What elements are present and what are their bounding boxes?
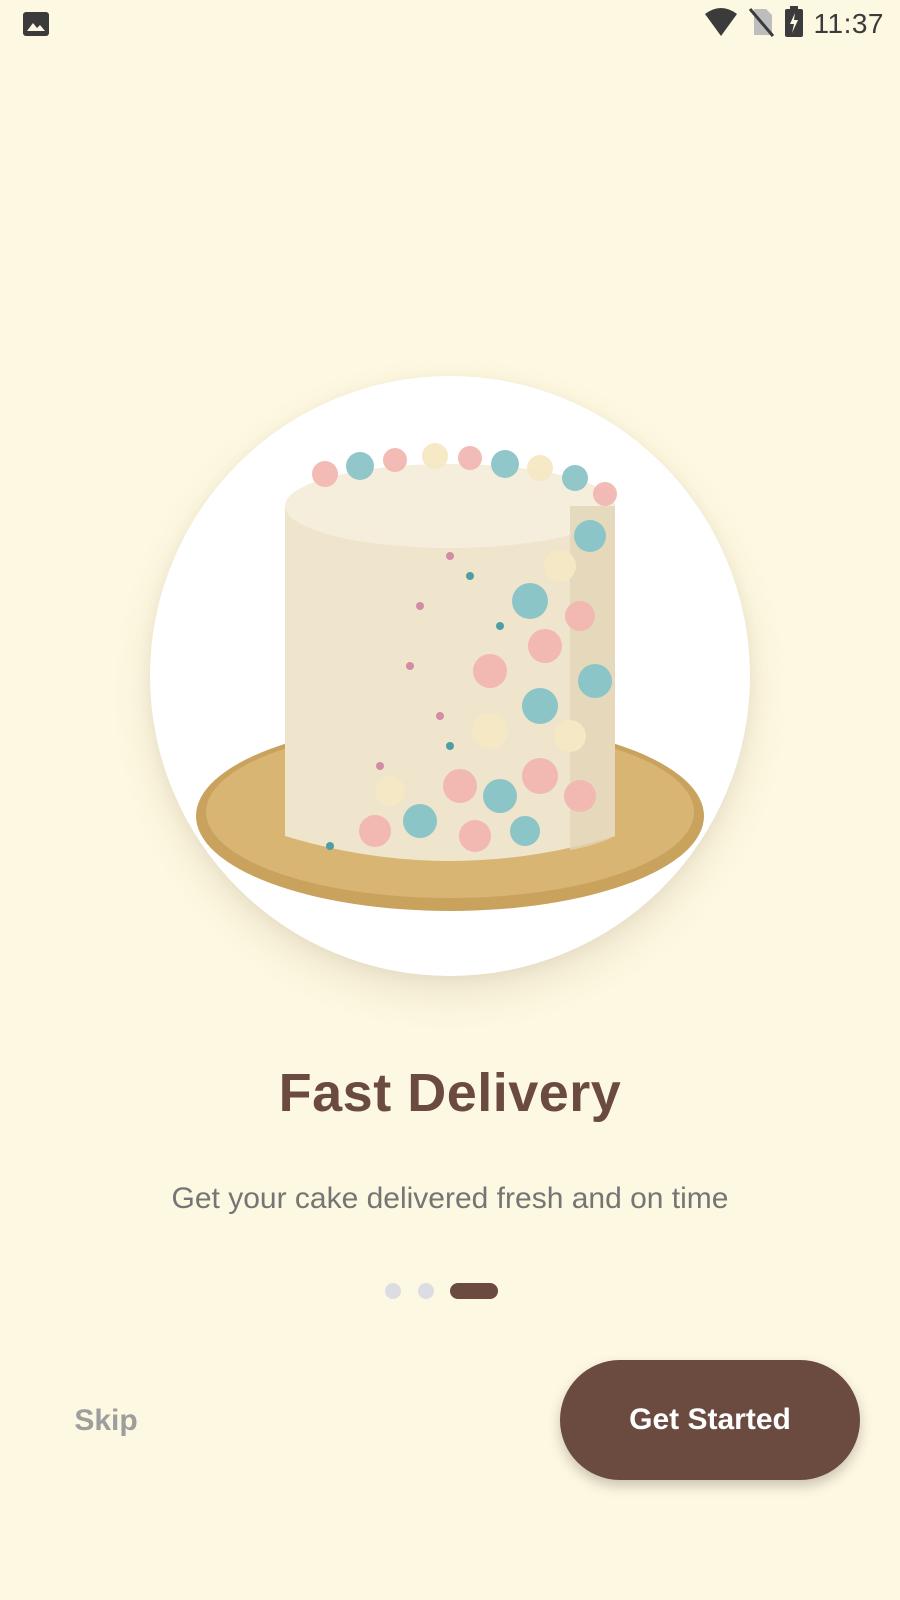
wifi-icon	[704, 7, 738, 42]
skip-button[interactable]: Skip	[56, 1393, 156, 1449]
cake-illustration	[196, 443, 704, 911]
page-dot-3-active[interactable]	[450, 1283, 498, 1299]
battery-charging-icon	[784, 5, 804, 43]
status-bar: 11:37	[0, 0, 900, 50]
get-started-button[interactable]: Get Started	[560, 1360, 860, 1480]
no-sim-icon	[748, 7, 774, 42]
onboarding-image-circle	[150, 376, 750, 976]
page-dot-2[interactable]	[418, 1283, 434, 1299]
image-notification-icon	[22, 11, 50, 37]
slide-title: Fast Delivery	[278, 1063, 622, 1123]
status-time: 11:37	[813, 8, 884, 39]
slide-subtitle: Get your cake delivered fresh and on tim…	[171, 1182, 729, 1215]
page-indicator	[0, 1283, 900, 1301]
page-dot-1[interactable]	[385, 1283, 401, 1299]
